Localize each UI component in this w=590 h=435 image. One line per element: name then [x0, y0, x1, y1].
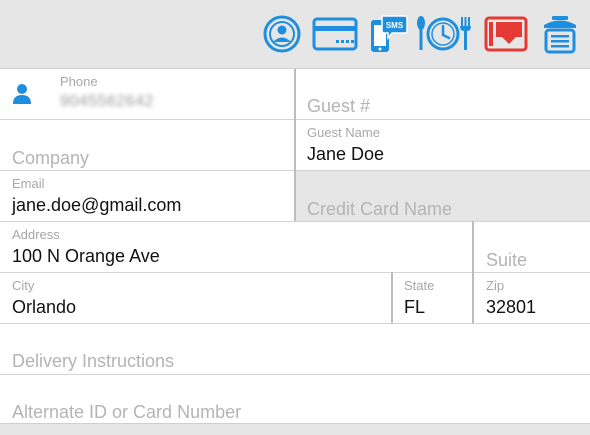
credit-card-icon[interactable]: [312, 14, 358, 54]
guest-name-value: Jane Doe: [307, 144, 385, 164]
divider: [0, 272, 590, 273]
email-label: Email: [12, 176, 45, 191]
gift-card-icon[interactable]: [484, 14, 528, 54]
column-divider: [472, 221, 474, 323]
divider: [0, 323, 590, 324]
guest-number-field[interactable]: Guest #: [307, 96, 370, 117]
loyalty-badge-icon[interactable]: [262, 14, 302, 54]
address-label: Address: [12, 227, 60, 242]
divider: [0, 221, 590, 222]
dining-clock-icon[interactable]: [414, 14, 472, 54]
city-value: Orlando: [12, 297, 77, 317]
address-value: 100 N Orange Ave: [12, 246, 160, 266]
divider: [296, 170, 590, 171]
state-label: State: [404, 278, 435, 293]
phone-value: 9045562642: [60, 93, 154, 110]
sms-label: SMS: [386, 21, 404, 30]
sms-phone-icon[interactable]: SMS: [368, 14, 408, 54]
divider: [0, 119, 294, 120]
divider: [296, 119, 590, 120]
state-value: FL: [404, 297, 426, 317]
delivery-instructions-field[interactable]: Delivery Instructions: [12, 351, 174, 372]
company-field[interactable]: Company: [12, 148, 89, 169]
guest-name-label: Guest Name: [307, 125, 380, 140]
column-divider: [294, 69, 296, 221]
alternate-id-field[interactable]: Alternate ID or Card Number: [12, 402, 241, 423]
person-icon: [13, 84, 31, 104]
guest-form: Phone 9045562642 Guest # Company Guest N…: [0, 68, 590, 423]
zip-label: Zip: [486, 278, 505, 293]
email-value: jane.doe@gmail.com: [12, 195, 182, 215]
phone-label: Phone: [60, 74, 98, 89]
reception-bell-icon[interactable]: [540, 14, 580, 54]
column-divider: [391, 272, 393, 323]
suite-field[interactable]: Suite: [486, 250, 527, 271]
divider: [0, 374, 590, 375]
credit-card-name-field[interactable]: Credit Card Name: [307, 199, 452, 220]
zip-value: 32801: [486, 297, 537, 317]
toolbar: SMS: [0, 0, 590, 68]
divider: [0, 170, 294, 171]
city-label: City: [12, 278, 35, 293]
bottom-bar: [0, 423, 590, 435]
